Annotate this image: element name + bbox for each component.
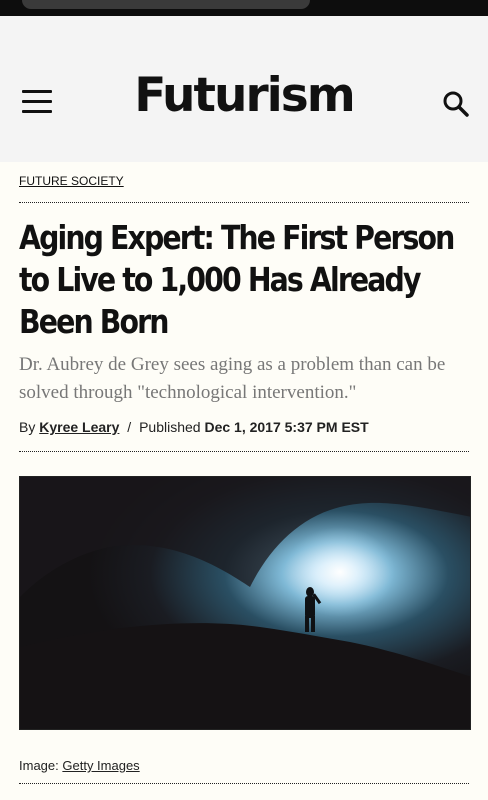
image-credit-link[interactable]: Getty Images [62, 758, 139, 773]
site-header: Futurism [0, 16, 488, 162]
category-link[interactable]: FUTURE SOCIETY [19, 174, 124, 188]
divider [19, 783, 469, 784]
article-headline: Aging Expert: The First Person to Live t… [19, 218, 455, 341]
by-label: By [19, 419, 36, 435]
search-icon[interactable] [442, 90, 470, 118]
publish-date: Dec 1, 2017 5:37 PM EST [204, 419, 369, 435]
byline-separator: / [127, 419, 132, 435]
address-bar[interactable] [22, 0, 310, 9]
article-dek: Dr. Aubrey de Grey sees aging as a probl… [19, 354, 446, 403]
article: FUTURE SOCIETY Aging Expert: The First P… [0, 162, 488, 784]
divider [19, 202, 469, 203]
image-caption: Image: Getty Images [19, 758, 469, 773]
published-label: Published [139, 419, 201, 435]
divider [19, 451, 469, 452]
browser-top-bar [0, 0, 488, 16]
site-logo[interactable]: Futurism [0, 68, 488, 123]
caption-label: Image: [19, 758, 59, 773]
author-link[interactable]: Kyree Leary [39, 419, 119, 435]
byline: By Kyree Leary / Published Dec 1, 2017 5… [19, 419, 469, 435]
hero-image [19, 476, 471, 730]
